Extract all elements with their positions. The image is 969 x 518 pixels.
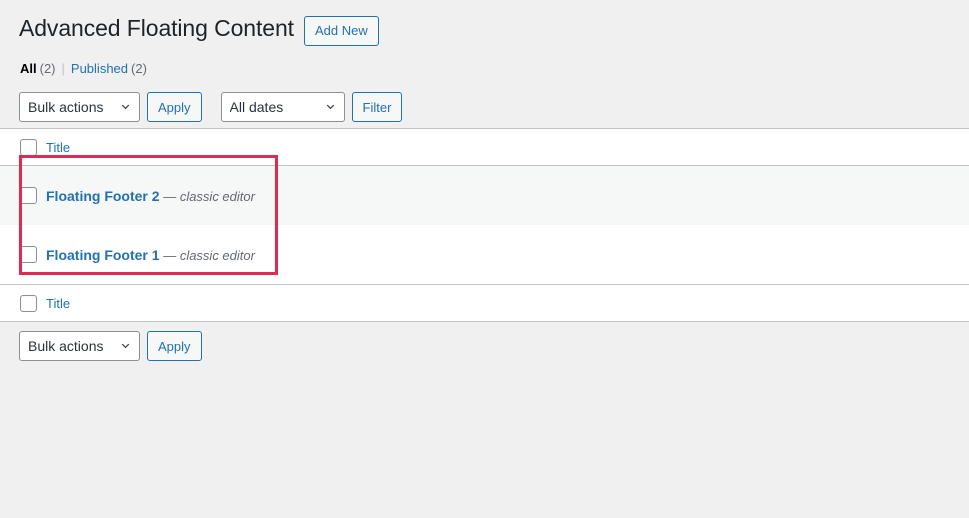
page-header: Advanced Floating Content Add New [0, 0, 969, 46]
sort-by-title-link-bottom[interactable]: Title [46, 296, 70, 311]
title-column-header: Title [46, 128, 969, 166]
posts-list-table: Title Floating Footer 2 — classic editor [0, 128, 969, 322]
select-all-footer-cell [0, 284, 46, 322]
row-checkbox[interactable] [19, 246, 37, 263]
date-filter-select[interactable]: All dates [220, 92, 345, 122]
status-filter-published[interactable]: Published (2) [71, 56, 147, 82]
row-title-cell: Floating Footer 2 — classic editor [46, 166, 969, 226]
table-row: Floating Footer 2 — classic editor [0, 165, 969, 226]
status-filter-links: All (2) | Published (2) [20, 56, 969, 82]
post-state-label: classic editor [179, 247, 255, 263]
bulk-actions-select-bottom[interactable]: Bulk actions [19, 331, 140, 361]
row-select-cell [0, 166, 46, 226]
status-filter-all-link[interactable]: All [20, 56, 37, 82]
post-state-label: classic editor [179, 188, 255, 204]
row-title-link[interactable]: Floating Footer 1 [46, 247, 160, 263]
bulk-actions-select-top[interactable]: Bulk actions [19, 92, 140, 122]
select-all-checkbox-bottom[interactable] [19, 294, 37, 312]
table-foot: Title [0, 284, 969, 322]
table-footer-row: Title [0, 284, 969, 322]
add-new-button[interactable]: Add New [303, 16, 379, 46]
page-title: Advanced Floating Content [19, 15, 294, 42]
bulk-actions-select-wrap-top: Bulk actions [19, 92, 140, 122]
post-state-dash: — [163, 247, 177, 263]
select-all-checkbox-top[interactable] [19, 138, 37, 156]
tablenav-top: Bulk actions Apply All dates Filter [19, 92, 969, 122]
status-filter-published-count: (2) [131, 61, 147, 76]
tablenav-bottom: Bulk actions Apply [19, 331, 969, 361]
post-state-dash: — [163, 188, 177, 204]
status-filter-separator: | [61, 61, 65, 76]
table-row: Floating Footer 1 — classic editor [0, 225, 969, 285]
filter-button[interactable]: Filter [351, 92, 403, 122]
sort-by-title-link-top[interactable]: Title [46, 140, 70, 155]
row-post-state: — classic editor [163, 189, 255, 204]
table-header-row: Title [0, 128, 969, 166]
row-title-cell: Floating Footer 1 — classic editor [46, 225, 969, 285]
table-body: Floating Footer 2 — classic editor Float… [0, 165, 969, 285]
row-select-cell [0, 225, 46, 285]
row-post-state: — classic editor [163, 248, 255, 263]
row-checkbox[interactable] [19, 187, 37, 204]
status-filter-all[interactable]: All (2) [20, 56, 56, 82]
status-filter-published-link[interactable]: Published [71, 56, 128, 82]
apply-button-bottom[interactable]: Apply [147, 331, 202, 361]
dates-select-wrap: All dates [220, 92, 345, 122]
select-all-header-cell [0, 128, 46, 166]
row-title-link[interactable]: Floating Footer 2 [46, 188, 160, 204]
bulk-actions-select-wrap-bottom: Bulk actions [19, 331, 140, 361]
table-head: Title [0, 128, 969, 166]
title-column-footer: Title [46, 284, 969, 322]
status-filter-all-count: (2) [39, 61, 56, 76]
apply-button-top[interactable]: Apply [147, 92, 202, 122]
admin-page-wrap: Advanced Floating Content Add New All (2… [0, 0, 969, 361]
